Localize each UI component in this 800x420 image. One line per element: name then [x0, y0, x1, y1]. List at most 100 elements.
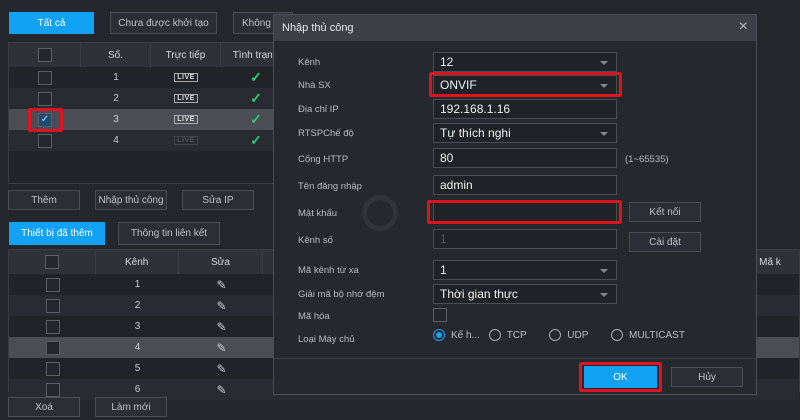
row-checkbox[interactable]: [45, 361, 60, 376]
http-port-input[interactable]: 80: [433, 148, 617, 168]
col-edit: Sửa: [179, 250, 264, 274]
col-live: Trực tiếp: [151, 43, 221, 67]
pencil-icon[interactable]: ✎: [216, 383, 226, 397]
close-icon[interactable]: ×: [739, 18, 748, 36]
row-select-cell: [9, 298, 96, 313]
password-label: Mật khẩu: [298, 208, 338, 219]
radio-label: UDP: [567, 329, 589, 341]
ip-input[interactable]: 192.168.1.16: [433, 99, 617, 119]
edit-cell: ✎: [179, 320, 264, 334]
remote-channel-select[interactable]: 1: [433, 260, 617, 280]
live-button[interactable]: LIVE: [174, 94, 198, 103]
live-button[interactable]: LIVE: [174, 73, 198, 82]
select-all-checkbox[interactable]: [44, 255, 59, 269]
row-channel: 5: [134, 363, 141, 374]
row-checkbox[interactable]: [45, 382, 60, 397]
row-checkbox[interactable]: [45, 277, 60, 292]
select-all-cell: [9, 43, 81, 67]
row-number: 2: [113, 93, 119, 104]
http-port-range: (1~65535): [625, 154, 669, 165]
rtsp-label: RTSPChế độ: [298, 128, 354, 139]
radio-label: Kế h...: [451, 329, 480, 341]
row-checkbox[interactable]: [45, 319, 60, 334]
watermark-logo-icon: [362, 195, 398, 231]
footer-divider: [274, 358, 756, 359]
tab-uninitialized[interactable]: Chưa được khởi tạo: [110, 12, 217, 34]
pencil-icon[interactable]: ✎: [216, 299, 226, 313]
dialog-title-bar: Nhập thủ công ×: [274, 15, 756, 41]
tab-link-info[interactable]: Thông tin liên kết: [118, 222, 220, 245]
radio-option-udp[interactable]: UDP: [549, 329, 589, 341]
table-row[interactable]: 1 LIVE ✓: [9, 67, 307, 88]
check-icon: ✓: [250, 111, 262, 127]
rtsp-select[interactable]: Tự thích nghi: [433, 123, 617, 143]
live-cell: LIVE: [151, 136, 221, 145]
row-number: 1: [113, 72, 119, 83]
radio-option-tcp[interactable]: TCP: [488, 329, 527, 341]
chevron-down-icon: [600, 293, 608, 297]
row-select-cell: [9, 340, 96, 355]
live-cell: LIVE: [151, 73, 221, 82]
highlight-ok: [579, 362, 662, 392]
row-channel: 4: [134, 342, 141, 353]
select-all-cell: [9, 250, 96, 274]
radio-option-multicast[interactable]: MULTICAST: [611, 329, 685, 341]
encrypt-checkbox[interactable]: [433, 308, 447, 322]
live-button[interactable]: LIVE: [174, 115, 198, 124]
buffer-label: Giải mã bộ nhớ đệm: [298, 289, 385, 300]
connect-button[interactable]: Kết nối: [629, 202, 701, 222]
live-button[interactable]: LIVE: [174, 136, 198, 145]
manufacturer-label: Nhà SX: [298, 80, 331, 91]
row-select-cell: [9, 319, 96, 334]
server-type-label: Loại Máy chủ: [298, 334, 355, 345]
channel-no-input[interactable]: 1: [433, 229, 617, 249]
row-number: 3: [113, 114, 119, 125]
row-select-cell: [9, 70, 81, 85]
pencil-icon[interactable]: ✎: [216, 320, 226, 334]
channel-value: 12: [440, 55, 454, 69]
rtsp-value: Tự thích nghi: [440, 126, 511, 140]
tab-all[interactable]: Tất cả: [9, 12, 94, 34]
pencil-icon[interactable]: ✎: [216, 341, 226, 355]
row-select-cell: [9, 361, 96, 376]
delete-button[interactable]: Xoá: [8, 397, 80, 417]
select-all-checkbox[interactable]: [37, 48, 52, 62]
col-channel: Kênh: [96, 250, 179, 274]
settings-button[interactable]: Cài đặt: [629, 232, 701, 252]
pencil-icon[interactable]: ✎: [216, 278, 226, 292]
highlight-manufacturer: [429, 72, 622, 97]
col-remote-channel: Mã k: [752, 250, 799, 274]
manual-add-button[interactable]: Nhập thủ công: [95, 190, 167, 210]
radio-label: TCP: [506, 329, 527, 341]
chevron-down-icon: [600, 61, 608, 65]
radio-icon: [549, 329, 562, 341]
edit-ip-button[interactable]: Sửa IP: [182, 190, 254, 210]
radio-option-auto[interactable]: Kế h...: [433, 329, 480, 341]
cancel-button[interactable]: Hủy: [671, 367, 743, 387]
row-checkbox[interactable]: [38, 133, 52, 148]
tab-added-devices[interactable]: Thiết bị đã thêm: [9, 222, 105, 245]
row-checkbox[interactable]: [45, 298, 60, 313]
channel-select[interactable]: 12: [433, 52, 617, 72]
table-row[interactable]: 4 LIVE ✓: [9, 130, 307, 151]
chevron-down-icon: [600, 269, 608, 273]
remote-channel-value: 1: [440, 263, 447, 277]
radio-icon: [433, 329, 445, 341]
buffer-select[interactable]: Thời gian thực: [433, 284, 617, 304]
http-port-label: Cổng HTTP: [298, 154, 349, 165]
buffer-value: Thời gian thực: [440, 287, 518, 301]
username-input[interactable]: admin: [433, 175, 617, 195]
table-row[interactable]: 2 LIVE ✓: [9, 88, 307, 109]
row-select-cell: [9, 277, 96, 292]
row-checkbox[interactable]: [45, 340, 60, 355]
remote-channel-label: Mã kênh từ xa: [298, 265, 359, 276]
add-button[interactable]: Thêm: [8, 190, 80, 210]
refresh-button[interactable]: Làm mới: [95, 397, 167, 417]
row-checkbox[interactable]: [38, 91, 52, 106]
pencil-icon[interactable]: ✎: [216, 362, 226, 376]
dialog-title: Nhập thủ công: [282, 22, 354, 34]
channel-label: Kênh: [298, 57, 321, 68]
edit-cell: ✎: [179, 362, 264, 376]
row-channel: 2: [134, 300, 141, 311]
row-checkbox[interactable]: [38, 70, 52, 85]
